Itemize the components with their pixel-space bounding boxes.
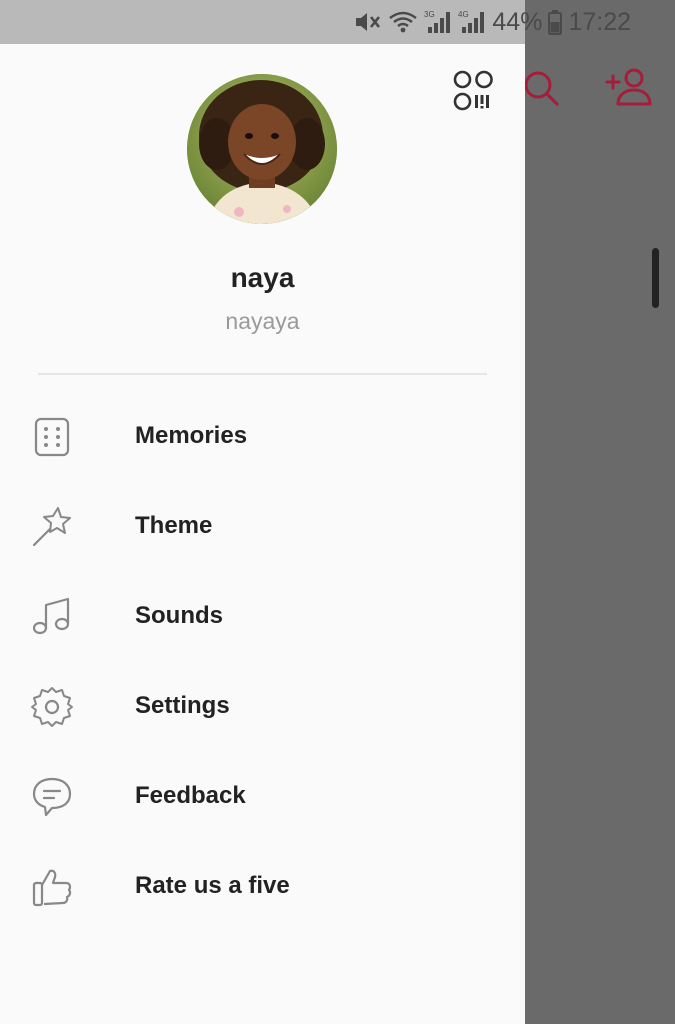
menu-item-label: Settings	[135, 692, 230, 719]
menu-item-theme[interactable]: Theme	[0, 481, 525, 571]
menu-item-label: Feedback	[135, 782, 246, 809]
menu-item-rate-us[interactable]: Rate us a five	[0, 841, 525, 931]
divider	[38, 373, 487, 375]
network-3g-label: 3G	[424, 10, 435, 19]
chat-bubble-icon	[32, 777, 72, 817]
menu-item-label: Rate us a five	[135, 872, 290, 899]
menu-item-settings[interactable]: Settings	[0, 661, 525, 751]
gear-icon	[31, 687, 73, 727]
menu-item-feedback[interactable]: Feedback	[0, 751, 525, 841]
network-4g-label: 4G	[458, 10, 469, 19]
status-bar: 3G 4G 44% 17:22	[0, 0, 675, 44]
profile-name: naya	[230, 262, 295, 293]
avatar-photo	[187, 74, 337, 224]
status-icons: 3G 4G 44% 17:22	[354, 0, 631, 44]
menu-item-memories[interactable]: Memories	[0, 391, 525, 481]
add-friend-icon[interactable]	[604, 66, 656, 110]
qr-code-icon[interactable]	[453, 70, 495, 112]
scrollbar[interactable]	[652, 248, 659, 308]
battery-icon	[548, 10, 563, 35]
music-note-icon	[32, 597, 70, 635]
signal-4g-icon: 4G	[458, 10, 485, 33]
menu-item-label: Sounds	[135, 602, 223, 629]
signal-3g-icon: 3G	[424, 10, 451, 33]
wifi-icon	[389, 11, 418, 33]
clock: 17:22	[568, 7, 631, 36]
navigation-drawer: naya nayaya Memories Theme Sounds Settin…	[0, 44, 525, 1024]
profile-username: nayaya	[225, 308, 300, 334]
menu-item-sounds[interactable]: Sounds	[0, 571, 525, 661]
menu-item-label: Memories	[135, 422, 248, 449]
search-icon[interactable]	[520, 66, 564, 110]
memories-icon	[34, 417, 70, 457]
mute-icon	[356, 13, 381, 31]
drawer-menu: Memories Theme Sounds Settings Feedback …	[0, 391, 525, 931]
magic-wand-icon	[32, 507, 71, 547]
menu-item-label: Theme	[135, 512, 213, 539]
avatar[interactable]	[187, 74, 337, 224]
battery-percent: 44%	[492, 7, 543, 36]
thumbs-up-icon	[32, 869, 72, 907]
